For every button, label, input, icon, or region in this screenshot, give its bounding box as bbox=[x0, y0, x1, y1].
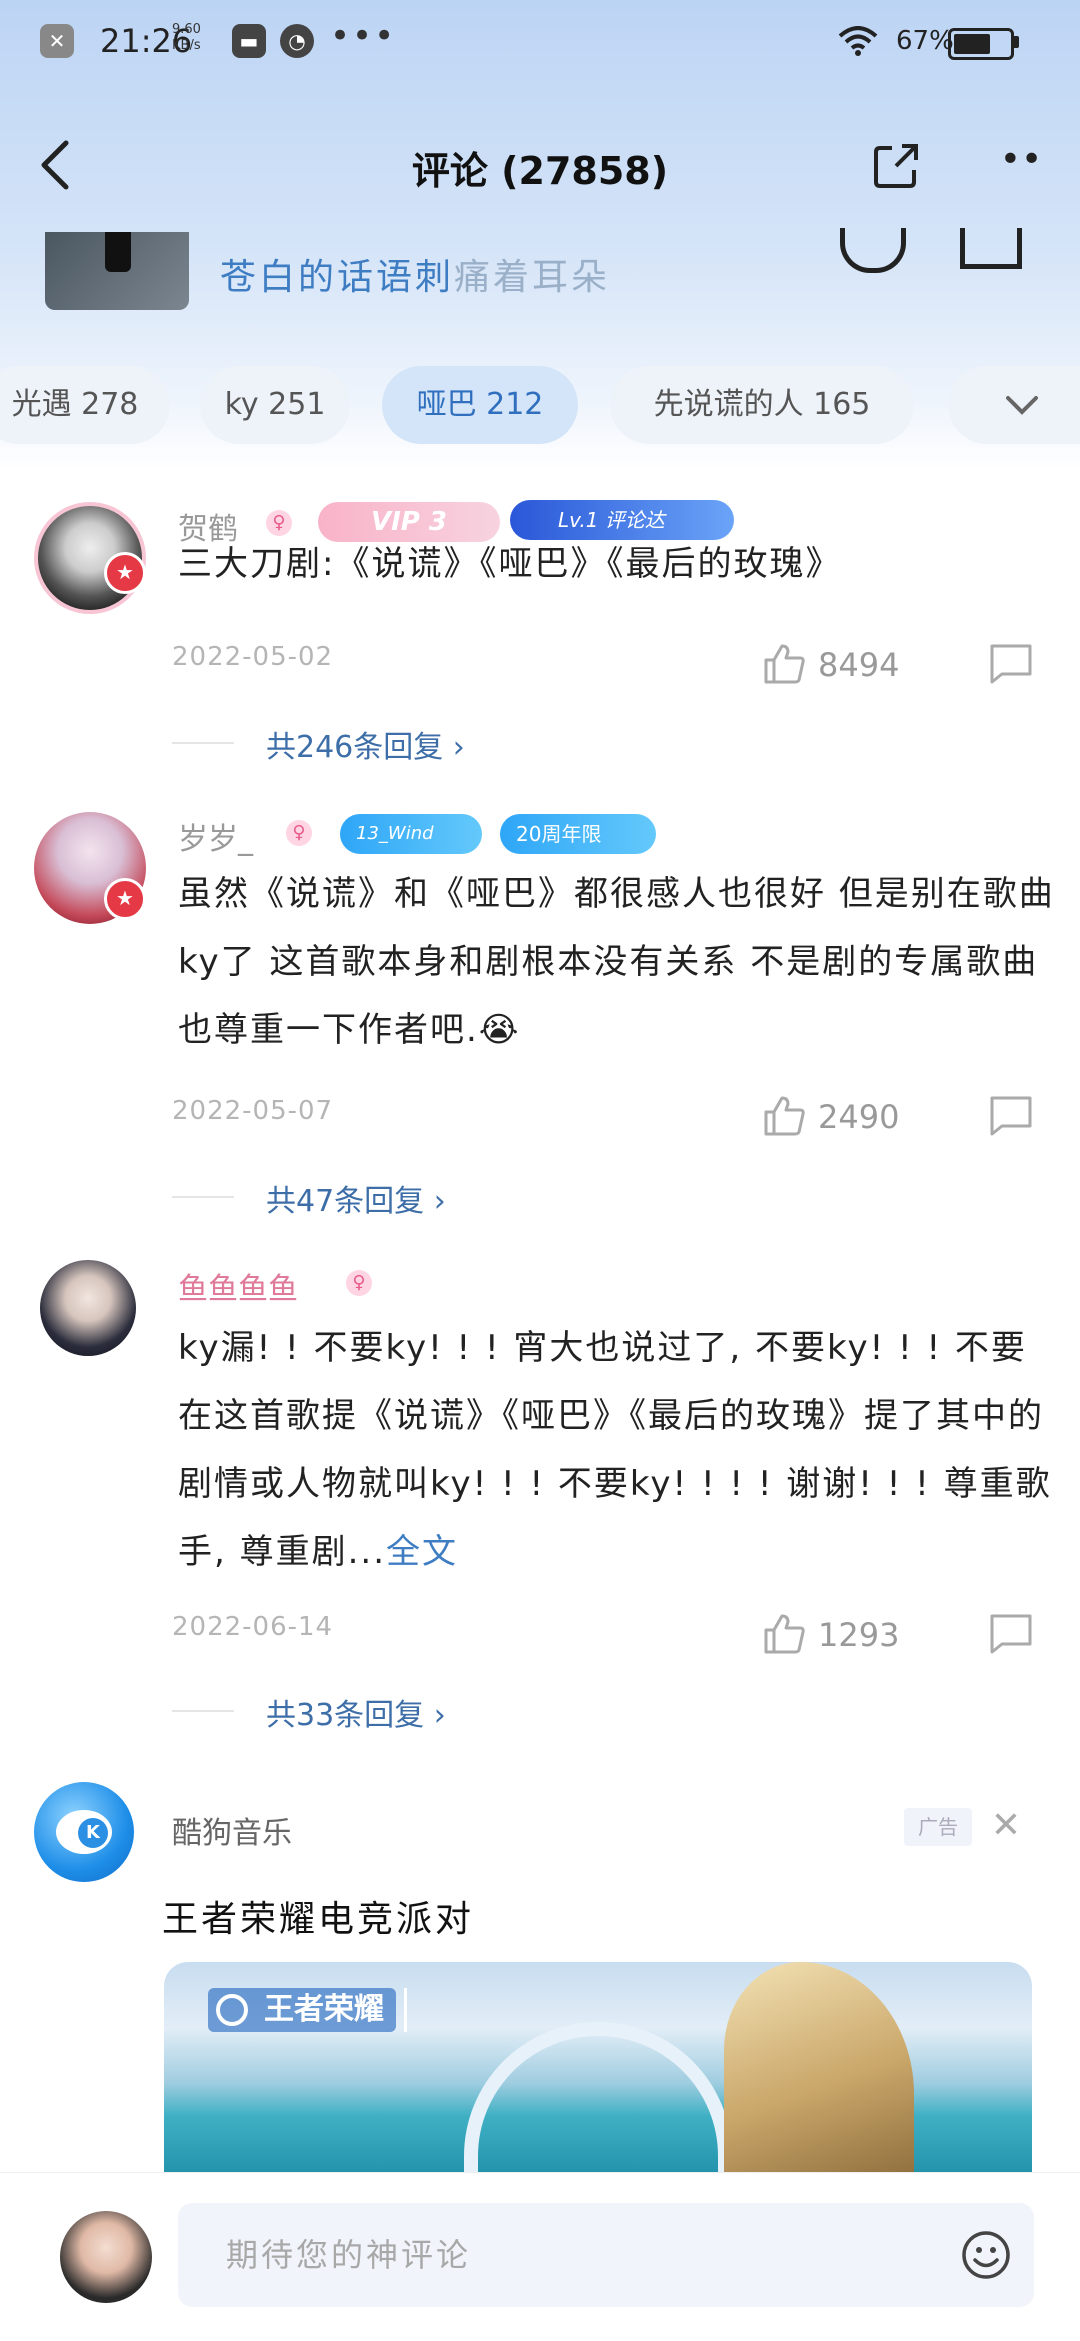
user-avatar[interactable] bbox=[40, 1260, 136, 1356]
view-replies-link[interactable]: 共47条回复 › bbox=[266, 1176, 446, 1220]
share-button[interactable] bbox=[872, 140, 922, 190]
divider bbox=[172, 742, 234, 744]
emoji-button[interactable] bbox=[960, 2229, 1012, 2281]
comment-reply-icon[interactable] bbox=[988, 1094, 1034, 1136]
my-avatar[interactable] bbox=[60, 2211, 152, 2303]
song-cover-image[interactable] bbox=[45, 232, 189, 310]
expand-full-text-link[interactable]: 全文 bbox=[386, 1532, 458, 1572]
thumbs-up-icon bbox=[764, 1096, 805, 1136]
star-badge-icon: ★ bbox=[104, 552, 146, 594]
divider bbox=[172, 1710, 234, 1712]
like-count: 2490 bbox=[818, 1098, 900, 1136]
kugou-logo-icon: K bbox=[78, 1818, 108, 1848]
female-icon: ♀ bbox=[346, 1270, 372, 1296]
song-title-fade: 痛着耳朵 bbox=[454, 257, 611, 298]
tab-xianshuohuang[interactable]: 先说谎的人 165 bbox=[610, 366, 914, 444]
ad-image-arch bbox=[464, 2022, 732, 2182]
speedometer-icon: ◔ bbox=[280, 24, 314, 58]
battery-percent: 67% bbox=[896, 26, 954, 56]
username[interactable]: 岁岁_ bbox=[178, 814, 253, 858]
more-options-button[interactable]: •• bbox=[996, 140, 1046, 190]
comment-date: 2022-05-07 bbox=[172, 1096, 334, 1126]
female-icon: ♀ bbox=[286, 820, 312, 846]
comment-item: 鱼鱼鱼鱼 ♀ ky漏! ! 不要ky! ! ! 宵大也说过了, 不要ky! ! … bbox=[0, 1250, 1080, 1740]
comment-date: 2022-05-02 bbox=[172, 642, 334, 672]
game-logo: 王者荣耀 bbox=[208, 1988, 396, 2032]
network-speed: 9.60 KB/s bbox=[172, 22, 201, 54]
status-bar: ✕ 21:26 9.60 KB/s ▬ ◔ ••• 67% bbox=[0, 0, 1080, 84]
comment-text: ky漏! ! 不要ky! ! ! 宵大也说过了, 不要ky! ! ! 不要在这首… bbox=[178, 1314, 1058, 1586]
comment-text: 三大刀剧:《说谎》《哑巴》《最后的玫瑰》 bbox=[178, 544, 842, 584]
fan-badge: 13_Wind bbox=[340, 814, 482, 854]
comment-reply-icon[interactable] bbox=[988, 1612, 1034, 1654]
comment-date: 2022-06-14 bbox=[172, 1612, 334, 1642]
view-replies-link[interactable]: 共33条回复 › bbox=[266, 1690, 446, 1734]
comment-text: 虽然《说谎》和《哑巴》都很感人也很好 但是别在歌曲ky了 这首歌本身和剧根本没有… bbox=[178, 874, 1055, 1050]
song-title[interactable]: 苍白的话语刺痛着耳朵 bbox=[220, 248, 610, 300]
thumbs-up-icon bbox=[764, 644, 805, 684]
network-speed-unit: KB/s bbox=[172, 38, 201, 53]
playlist-button[interactable] bbox=[960, 228, 1022, 269]
ad-banner-image[interactable]: 王者荣耀 bbox=[164, 1962, 1032, 2182]
comment-item: ★ 岁岁_ ♀ 13_Wind 20周年限 虽然《说谎》和《哑巴》都很感人也很好… bbox=[0, 800, 1080, 1220]
comment-input-container bbox=[178, 2203, 1034, 2307]
event-logo bbox=[404, 1988, 473, 2032]
like-count: 1293 bbox=[818, 1616, 900, 1654]
ad-headline[interactable]: 王者荣耀电竞派对 bbox=[162, 1890, 474, 1942]
divider bbox=[172, 1196, 234, 1198]
expand-tabs-button[interactable] bbox=[948, 366, 1080, 444]
ad-label: 广告 bbox=[904, 1808, 972, 1846]
network-speed-value: 9.60 bbox=[172, 22, 201, 37]
like-button[interactable]: 2490 bbox=[762, 1092, 902, 1142]
comment-input-bar bbox=[0, 2172, 1080, 2341]
battery-icon bbox=[948, 28, 1014, 60]
username[interactable]: 鱼鱼鱼鱼 bbox=[178, 1264, 298, 1308]
ad-image-statue bbox=[724, 1962, 914, 2182]
like-button[interactable]: 8494 bbox=[762, 640, 902, 690]
star-badge-icon: ★ bbox=[104, 878, 146, 920]
tab-ky[interactable]: ky 251 bbox=[200, 366, 350, 444]
mail-icon: ▬ bbox=[232, 24, 266, 58]
like-count: 8494 bbox=[818, 646, 900, 684]
ad-app-avatar[interactable]: K bbox=[34, 1782, 134, 1882]
battery-tip bbox=[1014, 36, 1019, 48]
battery-fill bbox=[954, 34, 990, 54]
wifi-icon bbox=[838, 26, 878, 56]
notification-close-icon: ✕ bbox=[40, 24, 74, 58]
thumbs-up-icon bbox=[764, 1614, 805, 1654]
song-title-main: 苍白的话语刺 bbox=[220, 257, 455, 298]
more-notifications-icon: ••• bbox=[330, 16, 397, 56]
comment-item: ★ 贺鹤 ♀ VIP 3 Lv.1 评论达 三大刀剧:《说谎》《哑巴》《最后的玫… bbox=[0, 490, 1080, 770]
tab-yaba[interactable]: 哑巴 212 bbox=[382, 366, 578, 444]
like-button[interactable]: 1293 bbox=[762, 1610, 902, 1660]
anniversary-badge: 20周年限 bbox=[500, 814, 656, 854]
comment-reply-icon[interactable] bbox=[988, 642, 1034, 684]
chevron-down-icon bbox=[1006, 396, 1038, 415]
ad-app-name[interactable]: 酷狗音乐 bbox=[172, 1808, 292, 1852]
keyword-tabs: 光遇 278 ky 251 哑巴 212 先说谎的人 165 bbox=[0, 366, 1080, 446]
song-cover-figure bbox=[105, 232, 131, 272]
view-replies-link[interactable]: 共246条回复 › bbox=[266, 722, 465, 766]
comment-input[interactable] bbox=[178, 2203, 966, 2307]
tab-guangyu[interactable]: 光遇 278 bbox=[0, 366, 170, 444]
comment-text-body: ky漏! ! 不要ky! ! ! 宵大也说过了, 不要ky! ! ! 不要在这首… bbox=[178, 1328, 1052, 1572]
close-ad-button[interactable]: ✕ bbox=[986, 1806, 1026, 1846]
